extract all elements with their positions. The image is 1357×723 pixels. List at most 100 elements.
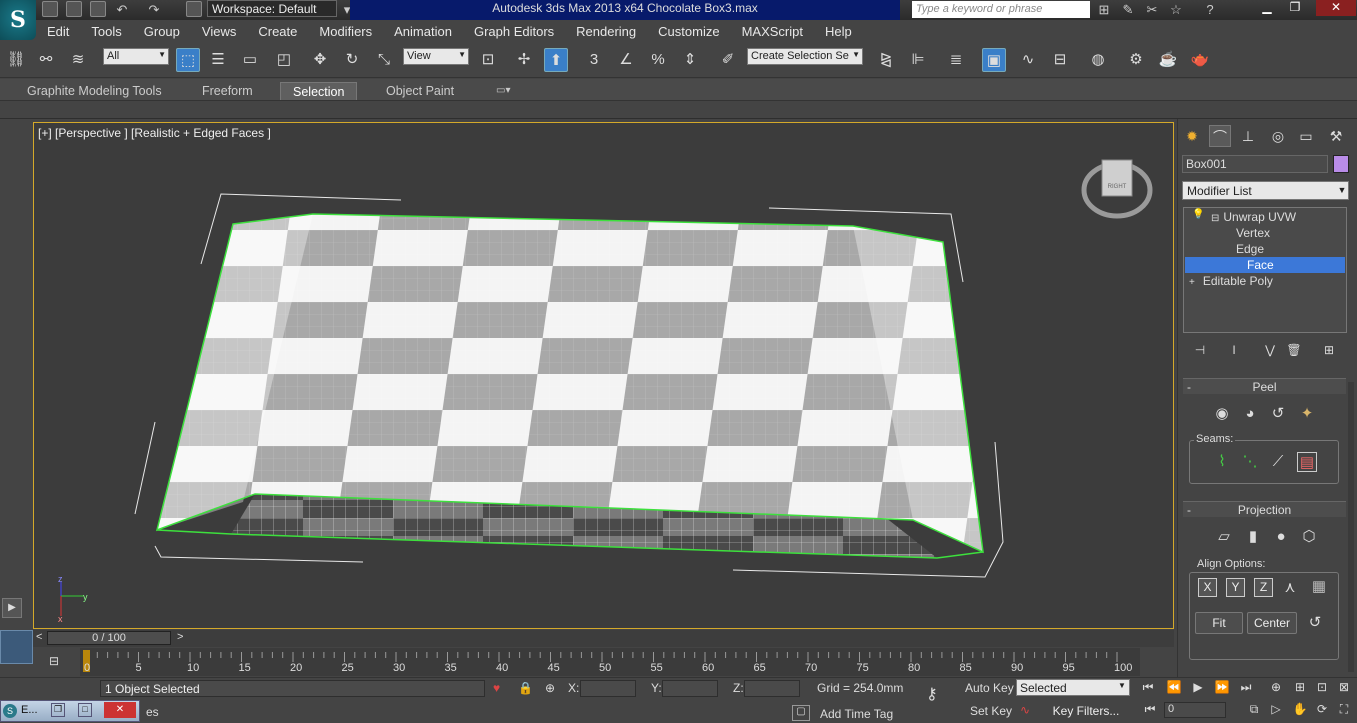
close-button[interactable]: ✕ bbox=[1316, 0, 1356, 16]
next-frame-icon[interactable]: ⏩ bbox=[1212, 680, 1232, 696]
link-icon[interactable]: ⛓ bbox=[4, 48, 28, 72]
set-key-button[interactable]: Set Key bbox=[970, 704, 1012, 718]
key-filters-button[interactable]: Key Filters... bbox=[1042, 702, 1130, 720]
object-color-swatch[interactable] bbox=[1333, 155, 1349, 173]
stack-item-face[interactable]: Face bbox=[1185, 257, 1345, 273]
align-y-button[interactable]: Y bbox=[1226, 578, 1245, 597]
subscription-icon[interactable]: ✎ bbox=[1120, 2, 1136, 18]
pelt-map-icon[interactable]: ✦ bbox=[1297, 404, 1317, 424]
expand-icon[interactable]: + bbox=[1189, 277, 1195, 288]
trackbar-toggle-icon[interactable]: ⊟ bbox=[44, 654, 64, 670]
search-input[interactable]: Type a keyword or phrase bbox=[912, 1, 1090, 18]
menu-animation[interactable]: Animation bbox=[383, 24, 463, 39]
maximize-small-icon[interactable]: □ bbox=[78, 703, 92, 717]
redo-icon[interactable]: ↷ bbox=[146, 2, 162, 18]
unlink-icon[interactable]: ⚯ bbox=[34, 48, 58, 72]
curve-editor-icon[interactable]: ∿ bbox=[1016, 48, 1040, 72]
y-coordinate-field[interactable] bbox=[662, 680, 718, 697]
pin-stack-icon[interactable]: ⊣ bbox=[1191, 343, 1209, 359]
spherical-map-icon[interactable]: ● bbox=[1271, 527, 1291, 547]
tab-freeform[interactable]: Freeform bbox=[202, 82, 253, 100]
project-folder-icon[interactable] bbox=[186, 1, 202, 17]
expand-arrow-icon[interactable]: ▶ bbox=[2, 598, 22, 618]
rollout-projection-header[interactable]: - Projection bbox=[1183, 501, 1346, 517]
view-align-icon[interactable]: ▦ bbox=[1309, 577, 1329, 597]
viewport-scene[interactable]: RIGHT z y x bbox=[33, 122, 1174, 629]
graphite-toggle-icon[interactable]: ▣ bbox=[982, 48, 1006, 72]
minimize-button[interactable]: ▁ bbox=[1254, 0, 1280, 16]
reset-projection-icon[interactable]: ↺ bbox=[1305, 613, 1325, 633]
fit-button[interactable]: Fit bbox=[1195, 612, 1243, 634]
viewport-label[interactable]: [+] [Perspective ] [Realistic + Edged Fa… bbox=[38, 126, 271, 140]
angle-snap-icon[interactable]: ∠ bbox=[614, 48, 638, 72]
go-to-end-icon[interactable]: ⏭ bbox=[1236, 680, 1256, 696]
move-icon[interactable]: ✥ bbox=[308, 48, 332, 72]
menu-tools[interactable]: Tools bbox=[80, 24, 132, 39]
point-to-point-seams-icon[interactable]: ⋱ bbox=[1240, 452, 1260, 472]
prev-frame-button[interactable]: < bbox=[36, 631, 46, 643]
key-mode-toggle-icon[interactable]: ⏮ bbox=[1140, 702, 1160, 718]
tab-object-paint[interactable]: Object Paint bbox=[386, 82, 454, 100]
absolute-mode-icon[interactable]: ⊕ bbox=[545, 681, 555, 695]
peel-mode-icon[interactable]: ◕ bbox=[1240, 404, 1260, 424]
chevron-down-icon[interactable]: ▼ bbox=[1118, 681, 1126, 690]
motion-tab-icon[interactable]: ◎ bbox=[1267, 125, 1289, 147]
mirror-icon[interactable]: ⧎ bbox=[874, 48, 898, 72]
snap-toggle-icon[interactable]: 3 bbox=[582, 48, 606, 72]
center-button[interactable]: Center bbox=[1247, 612, 1297, 634]
communication-icon[interactable]: ✂ bbox=[1144, 2, 1160, 18]
current-frame-field[interactable]: 0 bbox=[1164, 702, 1226, 718]
reference-coordinate-dropdown[interactable]: View bbox=[403, 48, 469, 65]
align-icon[interactable]: ⊫ bbox=[906, 48, 930, 72]
stack-item-edge[interactable]: Edge bbox=[1185, 241, 1345, 257]
rendered-frame-window-icon[interactable]: ☕ bbox=[1156, 48, 1180, 72]
keyboard-shortcut-override-icon[interactable]: ⬆ bbox=[544, 48, 568, 72]
planar-map-icon[interactable]: ▱ bbox=[1214, 527, 1234, 547]
zoom-extents-all-icon[interactable]: ⊠ bbox=[1334, 680, 1354, 696]
best-align-icon[interactable]: ⋏ bbox=[1280, 578, 1300, 598]
mini-listener[interactable] bbox=[0, 630, 33, 664]
x-coordinate-field[interactable] bbox=[580, 680, 636, 697]
tab-graphite-modeling-tools[interactable]: Graphite Modeling Tools bbox=[27, 82, 162, 100]
quick-peel-icon[interactable]: ◉ bbox=[1212, 404, 1232, 424]
schematic-view-icon[interactable]: ⊟ bbox=[1048, 48, 1072, 72]
edge-sel-to-seams-icon[interactable]: ⟋ bbox=[1268, 452, 1288, 472]
utilities-tab-icon[interactable]: ⚒ bbox=[1325, 125, 1347, 147]
layer-manager-icon[interactable]: ≣ bbox=[944, 48, 968, 72]
next-frame-button[interactable]: > bbox=[177, 631, 187, 643]
spinner-snap-icon[interactable]: ⇕ bbox=[678, 48, 702, 72]
menu-maxscript[interactable]: MAXScript bbox=[731, 24, 814, 39]
chevron-down-icon[interactable]: ▼ bbox=[1336, 183, 1348, 198]
menu-rendering[interactable]: Rendering bbox=[565, 24, 647, 39]
key-mode-dropdown[interactable]: Selected bbox=[1016, 679, 1130, 696]
select-manipulate-icon[interactable]: ✢ bbox=[512, 48, 536, 72]
zoom-icon[interactable]: ⊕ bbox=[1266, 680, 1286, 696]
command-panel-scrollbar[interactable] bbox=[1348, 382, 1354, 672]
restore-button[interactable]: ❐ bbox=[1282, 0, 1308, 16]
time-slider-track[interactable] bbox=[33, 630, 1174, 647]
reset-peel-icon[interactable]: ↺ bbox=[1268, 404, 1288, 424]
box-map-icon[interactable]: ⬡ bbox=[1299, 527, 1319, 547]
zoom-extents-icon[interactable]: ⊡ bbox=[1312, 680, 1332, 696]
workspace-dropdown[interactable]: Workspace: Default bbox=[207, 0, 337, 17]
menu-create[interactable]: Create bbox=[247, 24, 308, 39]
restore-small-icon[interactable]: ❐ bbox=[51, 703, 65, 717]
show-end-result-icon[interactable]: I bbox=[1225, 343, 1243, 359]
select-object-icon[interactable]: ⬚ bbox=[176, 48, 200, 72]
menu-help[interactable]: Help bbox=[814, 24, 863, 39]
ribbon-options-icon[interactable]: ▭▾ bbox=[496, 82, 510, 100]
select-by-name-icon[interactable]: ☰ bbox=[206, 48, 230, 72]
menu-graph-editors[interactable]: Graph Editors bbox=[463, 24, 565, 39]
menu-modifiers[interactable]: Modifiers bbox=[308, 24, 383, 39]
maximize-viewport-icon[interactable]: ⛶ bbox=[1334, 702, 1354, 718]
collapse-icon[interactable]: ⊟ bbox=[1211, 213, 1219, 224]
curve-icon[interactable]: ∿ bbox=[1020, 703, 1030, 717]
z-coordinate-field[interactable] bbox=[744, 680, 800, 697]
menu-customize[interactable]: Customize bbox=[647, 24, 730, 39]
cylindrical-map-icon[interactable]: ▮ bbox=[1243, 527, 1263, 547]
app-logo-button[interactable]: S bbox=[0, 0, 36, 40]
new-file-icon[interactable] bbox=[42, 1, 58, 17]
rollout-peel-header[interactable]: - Peel bbox=[1183, 378, 1346, 394]
field-of-view-icon[interactable]: ▷ bbox=[1266, 702, 1286, 718]
material-editor-icon[interactable]: ◍ bbox=[1086, 48, 1110, 72]
